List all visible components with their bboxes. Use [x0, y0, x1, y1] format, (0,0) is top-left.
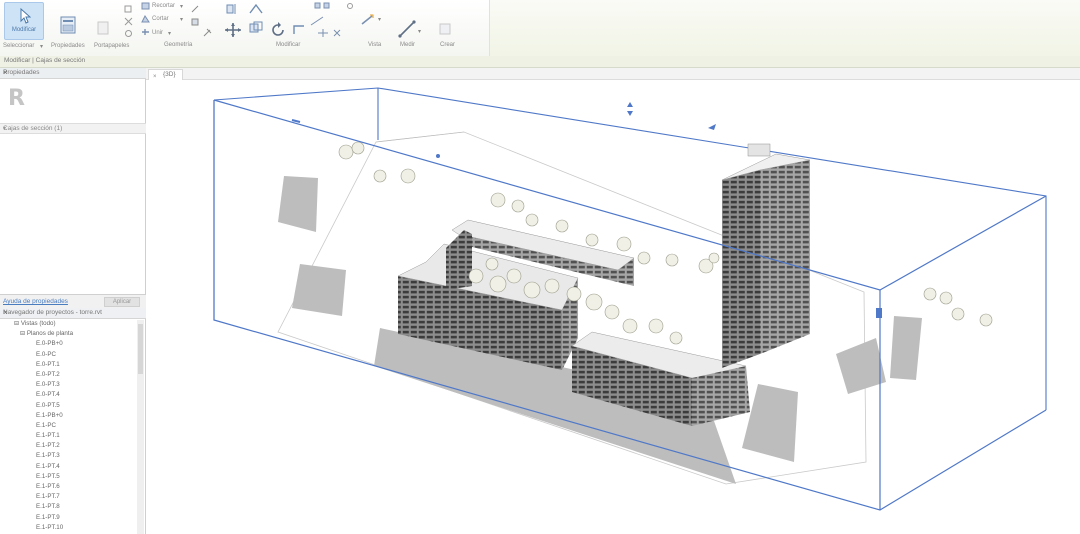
type-selector[interactable]: Cajas de sección (1) ▾ — [0, 123, 146, 134]
3d-viewport[interactable] — [146, 80, 1080, 534]
create-group-label: Crear — [440, 42, 456, 48]
browser-scroll-thumb[interactable] — [138, 324, 143, 374]
tree-items: E.0-PB+0 E.0-PC E.0-PT.1 E.0-PT.2 E.0-PT.3 E.… — [0, 340, 137, 534]
tree-item-floor-plan[interactable]: E.1-PT.6 — [0, 483, 137, 493]
properties-button-label[interactable]: Propiedades — [51, 43, 85, 49]
tree-item-floor-plan[interactable]: E.1-PB+0 — [0, 412, 137, 422]
pin-icon[interactable] — [316, 28, 330, 38]
join-button[interactable]: Unir — [152, 30, 163, 36]
wall-joins-icon[interactable] — [190, 4, 200, 14]
properties-palette: Propiedades × R Cajas de sección (1) ▾ — [0, 68, 146, 294]
browser-scrollbar[interactable] — [137, 320, 144, 534]
browser-title-bar: Navegador de proyectos - torre.rvt × — [0, 308, 146, 319]
measure-group-label: Medir — [400, 42, 416, 48]
tree-item-floor-plan[interactable]: E.1-PT.1 — [0, 432, 137, 442]
move-icon[interactable] — [248, 20, 264, 36]
properties-help-link[interactable]: Ayuda de propiedades — [3, 298, 68, 305]
mirror-icon[interactable] — [224, 22, 242, 38]
modify-group-label: Modificar — [276, 42, 301, 48]
tree-item-floor-plan[interactable]: E.1-PT.4 — [0, 463, 137, 473]
view-tab-bar: × {3D} — [146, 68, 1080, 80]
tree-item-floor-plan[interactable]: E.0-PT.5 — [0, 402, 137, 412]
hide-element-icon[interactable] — [346, 2, 354, 10]
tree-root[interactable]: ⊟ Vistas (todo) — [0, 320, 137, 330]
tree-item-floor-plan[interactable]: E.0-PT.3 — [0, 381, 137, 391]
cope-icon[interactable] — [141, 15, 150, 23]
view-group-label: Vista — [368, 42, 382, 48]
rotate-icon[interactable] — [270, 22, 286, 38]
project-browser: Navegador de proyectos - torre.rvt × ⊟ V… — [0, 308, 146, 534]
clipboard-group-label: Portapapeles — [94, 43, 130, 49]
properties-title-bar: Propiedades × — [0, 68, 146, 79]
copy-icon[interactable] — [124, 5, 133, 14]
create-icon[interactable] — [438, 22, 452, 36]
collapse-icon[interactable]: ⊟ — [14, 320, 21, 327]
tree-item-floor-plan[interactable]: E.0-PT.2 — [0, 371, 137, 381]
modify-button-label: Modificar — [11, 27, 37, 33]
tree-item-floor-plan[interactable]: E.1-PC — [0, 422, 137, 432]
properties-footer: Ayuda de propiedades Aplicar — [0, 294, 146, 308]
tab-3d-label: {3D} — [163, 71, 176, 78]
tree-item-floor-plan[interactable]: E.1-PT.5 — [0, 473, 137, 483]
select-dropdown[interactable]: Seleccionar — [3, 43, 34, 49]
split-face-icon[interactable] — [202, 28, 212, 38]
properties-button[interactable] — [52, 16, 86, 42]
cursor-arrow-icon — [20, 8, 31, 24]
tree-item-floor-plan[interactable]: E.1-PT.2 — [0, 442, 137, 452]
tree-item-floor-plan[interactable]: E.1-PT.10 — [0, 524, 137, 534]
tree-group[interactable]: ⊟ Planos de planta — [0, 330, 137, 340]
modify-button[interactable]: Modificar — [4, 2, 44, 40]
tower — [721, 143, 811, 368]
tree-item-floor-plan[interactable]: E.1-PT.7 — [0, 493, 137, 503]
join-caret-icon[interactable]: ▾ — [168, 30, 171, 37]
tree-item-floor-plan[interactable]: E.1-PT.3 — [0, 452, 137, 462]
browser-close-icon[interactable]: × — [3, 308, 142, 317]
measure-icon[interactable] — [398, 20, 416, 38]
cut-icon[interactable] — [124, 17, 133, 26]
type-selector-caret-icon[interactable]: ▾ — [3, 125, 116, 132]
tree-item-floor-plan[interactable]: E.0-PT.4 — [0, 391, 137, 401]
paint-icon[interactable] — [190, 17, 200, 27]
select-caret-icon[interactable]: ▾ — [40, 43, 43, 50]
offset-icon[interactable] — [248, 3, 264, 15]
type-thumbnail-icon: R — [8, 86, 25, 111]
tab-3d-view[interactable]: × {3D} — [148, 69, 183, 80]
delete-icon[interactable] — [332, 28, 342, 38]
trim-icon[interactable] — [292, 22, 306, 36]
collapse-icon[interactable]: ⊟ — [20, 330, 27, 337]
geometry-group-label: Geometría — [164, 42, 193, 48]
paste-icon[interactable] — [96, 20, 110, 36]
join-icon[interactable] — [141, 28, 150, 36]
override-graphics-icon[interactable] — [360, 14, 374, 26]
cut-geometry-button[interactable]: Recortar — [152, 3, 175, 9]
cope-caret-icon[interactable]: ▾ — [180, 16, 183, 23]
tree-item-floor-plan[interactable]: E.1-PT.8 — [0, 503, 137, 513]
align-icon[interactable] — [226, 3, 240, 15]
ribbon: Modificar Seleccionar ▾ Propiedades Port… — [0, 0, 1080, 56]
scale-icon[interactable] — [310, 16, 324, 26]
cope-button[interactable]: Cortar — [152, 16, 169, 22]
properties-close-icon[interactable]: × — [3, 68, 142, 77]
view-caret-icon[interactable]: ▾ — [378, 16, 381, 23]
cut-geometry-icon[interactable] — [141, 2, 150, 10]
context-status-text: Modificar | Cajas de sección — [4, 57, 86, 64]
tree-item-floor-plan[interactable]: E.0-PC — [0, 351, 137, 361]
tree-item-floor-plan[interactable]: E.0-PT.1 — [0, 361, 137, 371]
cut-caret-icon[interactable]: ▾ — [180, 3, 183, 10]
measure-caret-icon[interactable]: ▾ — [418, 28, 421, 35]
match-icon[interactable] — [124, 29, 133, 38]
tree-item-floor-plan[interactable]: E.0-PB+0 — [0, 340, 137, 350]
array-icon[interactable] — [314, 2, 340, 10]
properties-icon — [60, 16, 76, 34]
browser-tree: ⊟ Vistas (todo) ⊟ Planos de planta E.0-P… — [0, 320, 137, 534]
tree-item-floor-plan[interactable]: E.1-PT.9 — [0, 514, 137, 524]
3d-model-canvas[interactable] — [146, 80, 1080, 534]
apply-button[interactable]: Aplicar — [104, 297, 140, 307]
context-status-bar: Modificar | Cajas de sección — [0, 56, 1080, 68]
